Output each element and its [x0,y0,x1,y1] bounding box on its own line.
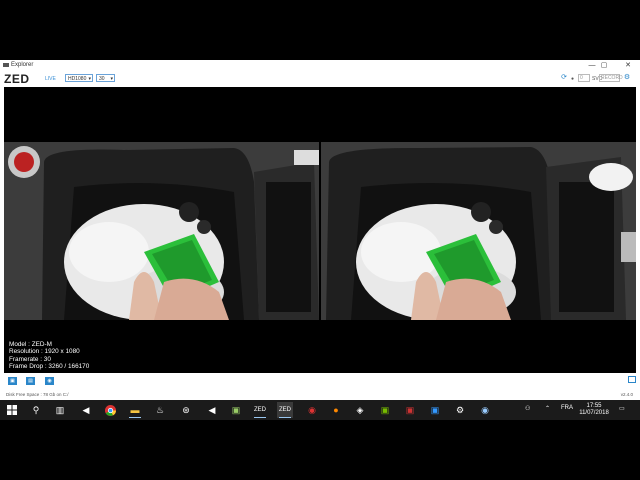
game-icon[interactable]: ◈ [352,402,368,418]
depth-view-icon[interactable]: ▣ [8,377,17,385]
disk-space-text: Disk Free Space : 78 Gb on C:/ [6,392,69,397]
fps-select[interactable]: 30 ▾ [96,74,115,82]
refresh-icon[interactable]: ⟳ [560,74,568,82]
right-camera-view [321,142,636,320]
search-icon[interactable]: ⚲ [28,402,44,418]
record-app-icon[interactable]: ◉ [304,402,320,418]
resolution-text: Resolution : 1920 x 1080 [9,348,80,356]
media-player-icon[interactable]: ◀ [78,402,94,418]
resolution-select[interactable]: HD1080 ▾ [65,74,93,82]
app-icon [3,63,9,67]
record-count-field[interactable]: 0 [578,74,590,82]
windows-logo-icon [7,405,17,415]
clock[interactable]: 17:55 11/07/2018 [578,403,610,417]
nvidia-icon[interactable]: ▣ [377,402,393,418]
stereo-video-viewer: Model : ZED-M Resolution : 1920 x 1080 F… [4,87,636,373]
chrome-icon[interactable] [102,402,118,418]
language-indicator[interactable]: FRA [561,405,573,411]
media-icon[interactable]: ◀ [204,402,220,418]
live-label[interactable]: LIVE [45,76,56,82]
file-explorer-icon[interactable]: ▬ [127,402,143,418]
minimize-button[interactable]: — [586,61,598,70]
chevron-down-icon: ▾ [110,76,113,82]
start-windows-icon[interactable] [4,402,20,418]
firefox-icon[interactable]: ● [328,402,344,418]
chevron-down-icon: ▾ [88,76,91,82]
record-icon[interactable]: ● [571,76,574,82]
version-text: v2.4.0 [620,392,633,397]
zed-explorer-window: Explorer — ▢ ✕ ZED LIVE HD1080 ▾ 30 ▾ ⟳ … [0,60,640,400]
clock-date: 11/07/2018 [579,410,609,416]
unity-icon[interactable]: ⊛ [178,402,194,418]
framerate-text: Framerate : 30 [9,355,51,363]
status-bar: ▣ ▤ ◉ Disk Free Space : 78 Gb on C:/ v2.… [0,373,640,400]
windows-taskbar: ⚲ ▥ ◀ ▬ ♨ ⊛ ◀ ▣ ZED ZED ◉ ● ◈ ▣ ▣ ▣ ⚙ ◉ … [0,400,640,420]
title-bar: Explorer — ▢ ✕ [0,60,640,71]
app-circle-icon[interactable]: ◉ [477,402,493,418]
camera-frame-image [321,142,636,320]
chevron-up-icon[interactable]: ⌃ [545,405,550,412]
close-button[interactable]: ✕ [622,61,634,70]
left-camera-view [4,142,319,320]
app-red-icon[interactable]: ▣ [402,402,418,418]
zed-logo: ZED [4,72,30,86]
app-blue-icon[interactable]: ▣ [427,402,443,418]
fullscreen-icon[interactable] [628,376,636,383]
zed-app-icon[interactable]: ZED [252,402,268,418]
toolbar: ZED LIVE HD1080 ▾ 30 ▾ ⟳ ● 0 SVO RECORD … [0,71,640,87]
zed-explorer-taskbar-icon[interactable]: ZED [277,402,293,418]
maximize-button[interactable]: ▢ [598,61,610,70]
frame-drop-text: Frame Drop : 3260 / 166170 [9,362,90,370]
clock-time: 17:55 [586,403,602,409]
camera-frame-image [4,142,319,320]
stereo-view-icon[interactable]: ▤ [26,377,35,385]
paint-icon[interactable]: ▣ [228,402,244,418]
camera-settings-icon[interactable]: ◉ [45,377,54,385]
steam-icon[interactable]: ♨ [152,402,168,418]
svo-record-field[interactable]: RECORD [599,74,623,82]
chrome-logo-icon [104,404,116,416]
settings-icon[interactable]: ⚙ [452,402,468,418]
task-view-icon[interactable]: ▥ [52,402,68,418]
settings-gear-icon[interactable]: ⚙ [623,74,631,82]
people-icon[interactable]: ⚇ [525,405,530,412]
model-text: Model : ZED-M [9,341,52,348]
camera-info-overlay: Model : ZED-M Resolution : 1920 x 1080 F… [9,341,89,370]
fps-value: 30 [99,76,105,82]
notification-icon[interactable]: ▭ [619,405,625,412]
resolution-value: HD1080 [68,76,87,82]
window-title: Explorer [11,62,34,68]
